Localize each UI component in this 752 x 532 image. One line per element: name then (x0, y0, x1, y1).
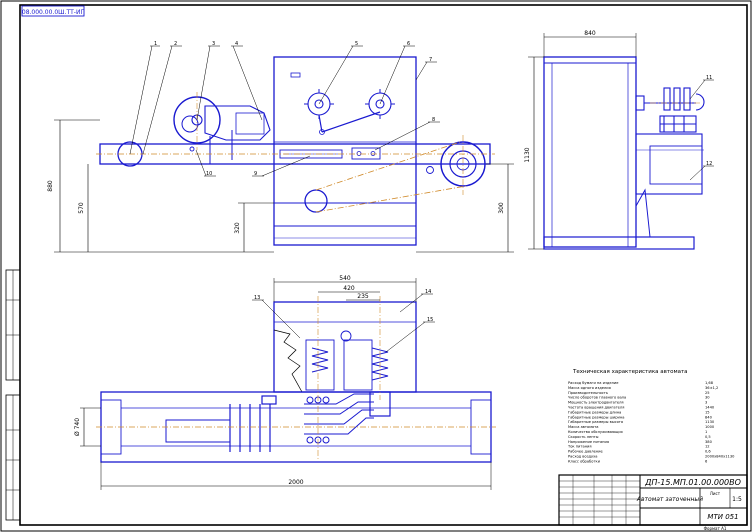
top-left-stamp: 08.000.00.0Ш.ТТ-ИГ (21, 5, 85, 17)
spec-value: 1000 (705, 425, 715, 429)
spec-value: 380 (705, 440, 713, 444)
outer-border (0, 0, 752, 532)
left-side-strips (5, 269, 21, 521)
spec-label: Производительность (568, 391, 608, 395)
callout-14: 14 (425, 289, 431, 295)
spec-value: 1,68 (705, 381, 714, 385)
dim-top-width: Ø 740 (74, 418, 81, 436)
callout-7: 7 (429, 57, 432, 63)
spec-label: Скорость ленты (568, 435, 599, 439)
spec-value: 0,5 (705, 435, 711, 439)
spec-label: Масса автомата (568, 425, 598, 429)
spec-value: 12 (705, 445, 710, 449)
organization: МТИ 051 (707, 513, 738, 521)
technical-specs: Техническая характеристика автомата Расх… (567, 369, 735, 463)
format-label: Формат А1 (704, 526, 727, 531)
spec-value: 30 (705, 396, 710, 400)
callout-6: 6 (407, 41, 410, 47)
callout-11: 11 (706, 75, 712, 81)
callout-4: 4 (235, 41, 238, 47)
dim-front-base-height: 320 (234, 222, 241, 234)
spec-value: 3 (705, 401, 707, 405)
callout-8: 8 (432, 117, 435, 123)
spec-value: 2000х840х1130 (705, 455, 735, 459)
dim-front-height: 880 (47, 180, 54, 192)
top-view: 540 420 235 2000 Ø 740 13 14 15 (74, 275, 496, 490)
callout-9: 9 (254, 171, 257, 177)
doc-code: ДП-15.МП.01.00.000ВО (644, 478, 741, 487)
spec-value: 0,6 (705, 450, 711, 454)
spec-label: Габаритные размеры длина (568, 410, 621, 414)
callout-15: 15 (427, 317, 433, 323)
dim-side-height: 1130 (524, 147, 531, 162)
spec-value: 25 (705, 391, 710, 395)
sheet-no: Лист (710, 491, 721, 496)
scale: 1:5 (732, 496, 742, 503)
dim-top-length: 2000 (288, 479, 303, 486)
inner-frame (19, 4, 748, 526)
front-view: 880 570 320 300 1 2 3 4 5 6 7 8 9 10 (47, 41, 514, 253)
spec-label: Число оборотов главного вала (568, 396, 626, 400)
machine-name: Автомат заточенный (636, 496, 703, 503)
spec-label: Рабочее давление (568, 450, 603, 454)
spec-value: 1 (705, 430, 707, 434)
dim-top-overall: 540 (339, 275, 351, 282)
callout-2: 2 (174, 41, 177, 47)
spec-value: 6 (705, 459, 708, 463)
callout-3: 3 (212, 41, 215, 47)
dim-side-width: 840 (584, 30, 596, 37)
dim-top-inner: 235 (357, 293, 369, 300)
spec-label: Расход воздуха (568, 455, 597, 459)
dim-top-mid: 420 (343, 285, 355, 292)
spec-label: Мощность электродвигателя (568, 401, 624, 405)
spec-label: Напряжение питания (568, 440, 609, 444)
title-block: ДП-15.МП.01.00.000ВО Автомат заточенный … (558, 474, 748, 531)
stamp-code: 08.000.00.0Ш.ТТ-ИГ (22, 9, 85, 16)
spec-label: Количество обслуживающих (568, 430, 624, 434)
spec-value: 15 (705, 410, 710, 414)
spec-label: Расход бумаги на изделие (568, 381, 619, 385)
spec-label: Ток питания (567, 445, 592, 449)
callout-10: 10 (206, 171, 212, 177)
side-view: 840 1130 11 12 (524, 30, 714, 250)
spec-value: 1130 (705, 420, 715, 424)
specs-title: Техническая характеристика автомата (572, 369, 688, 375)
callout-12: 12 (706, 161, 712, 167)
spec-label: Частота вращения двигателя (568, 406, 624, 410)
spec-value: 1440 (705, 406, 715, 410)
callout-1: 1 (154, 41, 157, 47)
callout-13: 13 (254, 295, 260, 301)
spec-label: Масса одного изделия (568, 386, 611, 390)
spec-label: Класс обработки (568, 459, 601, 463)
spec-label: Габаритные размеры высота (568, 420, 623, 424)
dim-front-inner-height: 570 (78, 202, 85, 214)
spec-value: 36±1,2 (705, 386, 718, 390)
callout-5: 5 (355, 41, 358, 47)
drawing-sheet: 08.000.00.0Ш.ТТ-ИГ 880 570 320 300 1 2 3… (0, 0, 752, 532)
spec-label: Габаритные размеры ширина (568, 415, 624, 419)
spec-value: 840 (705, 415, 713, 419)
dim-front-right-height: 300 (498, 202, 505, 214)
